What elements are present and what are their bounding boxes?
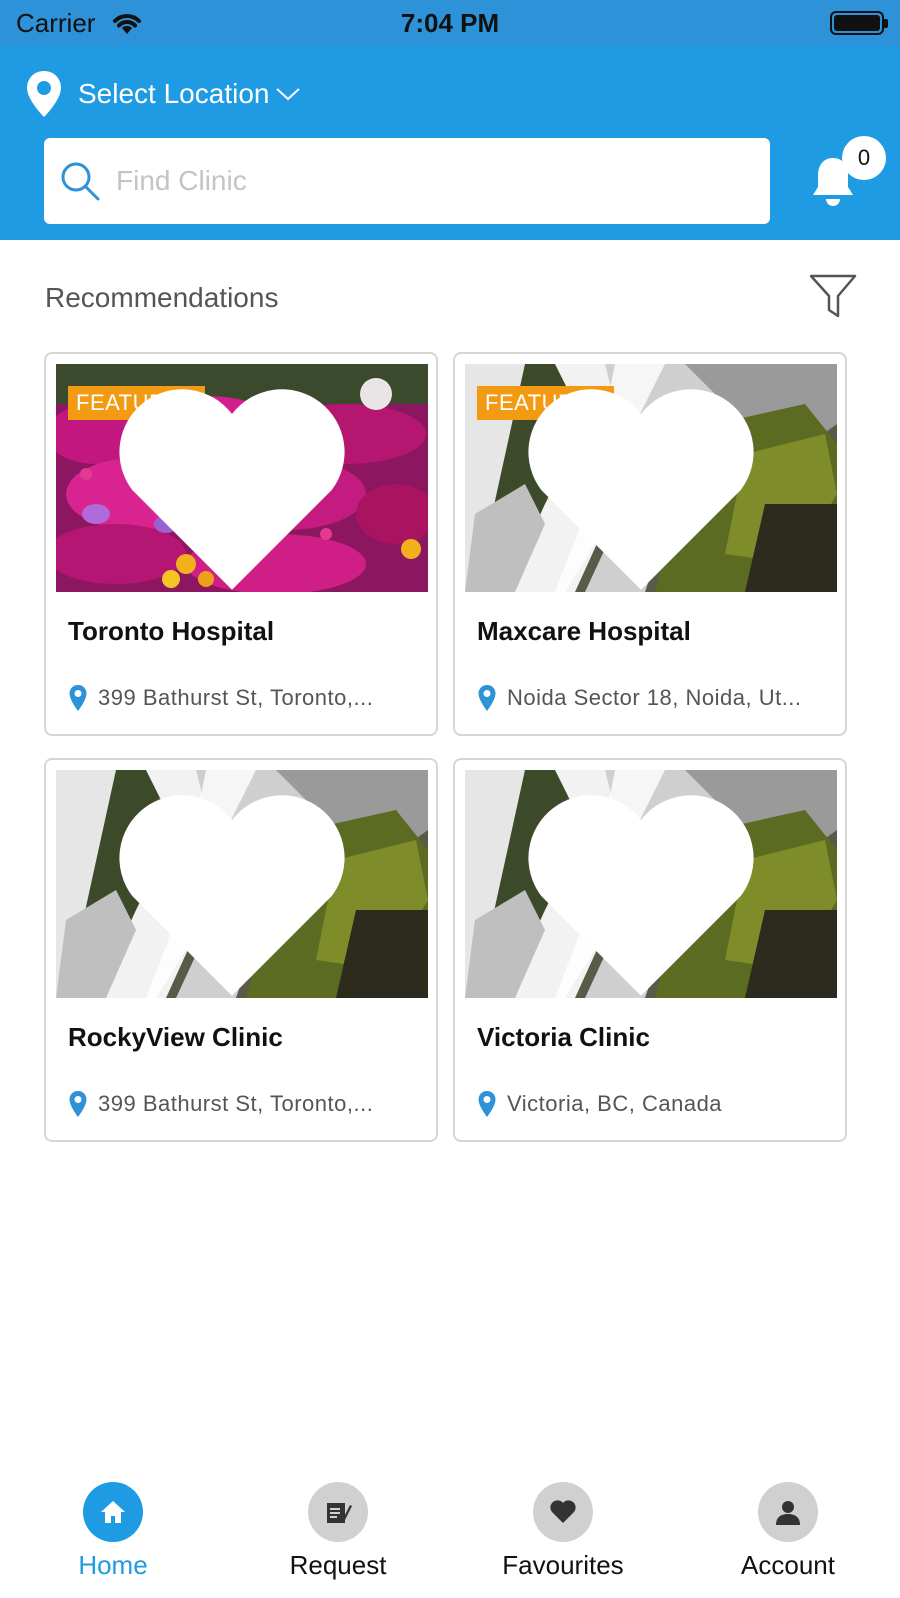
clinic-image: FEATURED	[56, 364, 428, 592]
notification-button[interactable]: 0	[810, 136, 890, 216]
search-input[interactable]	[116, 165, 736, 197]
clinic-address-text: Victoria, BC, Canada	[507, 1091, 723, 1116]
location-pin-icon	[27, 71, 61, 117]
bottom-nav: Home Request Favourites Account	[0, 1470, 900, 1598]
nav-item-request[interactable]: Request	[248, 1482, 428, 1581]
nav-item-account[interactable]: Account	[698, 1482, 878, 1581]
clinic-name: Maxcare Hospital	[477, 616, 691, 646]
home-icon	[83, 1482, 143, 1542]
clinic-image: FEATURED	[465, 364, 837, 592]
location-pin-icon	[68, 684, 88, 712]
nav-label: Home	[78, 1550, 148, 1580]
app-header: Select Location 0	[0, 46, 900, 240]
heart-icon[interactable]	[56, 782, 418, 998]
battery-icon	[830, 11, 888, 35]
clinic-card-rockyview-clinic[interactable]: RockyView Clinic 399 Bathurst St, Toront…	[44, 758, 438, 1142]
nav-item-favourites[interactable]: Favourites	[473, 1482, 653, 1581]
clinic-address: Noida Sector 18, Noida, Ut...	[477, 684, 827, 712]
heart-icon[interactable]	[465, 782, 827, 998]
location-pin-icon	[477, 684, 497, 712]
nav-label: Request	[289, 1550, 387, 1580]
clinic-name: Toronto Hospital	[68, 616, 275, 646]
clinic-address-text: Noida Sector 18, Noida, Ut...	[507, 685, 802, 710]
filter-icon[interactable]	[808, 272, 858, 322]
section-title: Recommendations	[45, 282, 279, 313]
search-icon	[61, 162, 100, 201]
account-icon	[758, 1482, 818, 1542]
heart-icon[interactable]	[465, 376, 827, 592]
clinic-address: 399 Bathurst St, Toronto,...	[68, 1090, 418, 1118]
status-bar: Carrier 7:04 PM	[0, 0, 900, 46]
search-box[interactable]	[44, 138, 770, 224]
notification-count-badge: 0	[842, 136, 886, 180]
location-pin-icon	[477, 1090, 497, 1118]
clinic-name: RockyView Clinic	[68, 1022, 283, 1052]
status-time: 7:04 PM	[400, 8, 500, 38]
clinic-address: Victoria, BC, Canada	[477, 1090, 827, 1118]
location-selector[interactable]: Select Location	[24, 68, 301, 120]
heart-icon	[533, 1482, 593, 1542]
clinic-card-maxcare-hospital[interactable]: FEATURED Maxcare Hospital Noida Sector 1…	[453, 352, 847, 736]
location-label: Select Location	[78, 78, 270, 109]
clinic-image	[465, 770, 837, 998]
clinic-address-text: 399 Bathurst St, Toronto,...	[98, 1091, 374, 1116]
request-icon	[308, 1482, 368, 1542]
clinic-card-toronto-hospital[interactable]: FEATURED Toronto Hospital 399 Bathurst S…	[44, 352, 438, 736]
nav-item-home[interactable]: Home	[23, 1482, 203, 1581]
heart-icon[interactable]	[56, 376, 418, 592]
clinic-card-victoria-clinic[interactable]: Victoria Clinic Victoria, BC, Canada	[453, 758, 847, 1142]
clinic-image	[56, 770, 428, 998]
clinic-name: Victoria Clinic	[477, 1022, 650, 1052]
chevron-down-icon	[276, 88, 301, 101]
clinic-address-text: 399 Bathurst St, Toronto,...	[98, 685, 374, 710]
clinic-address: 399 Bathurst St, Toronto,...	[68, 684, 418, 712]
location-pin-icon	[68, 1090, 88, 1118]
nav-label: Account	[741, 1550, 835, 1580]
nav-label: Favourites	[502, 1550, 624, 1580]
